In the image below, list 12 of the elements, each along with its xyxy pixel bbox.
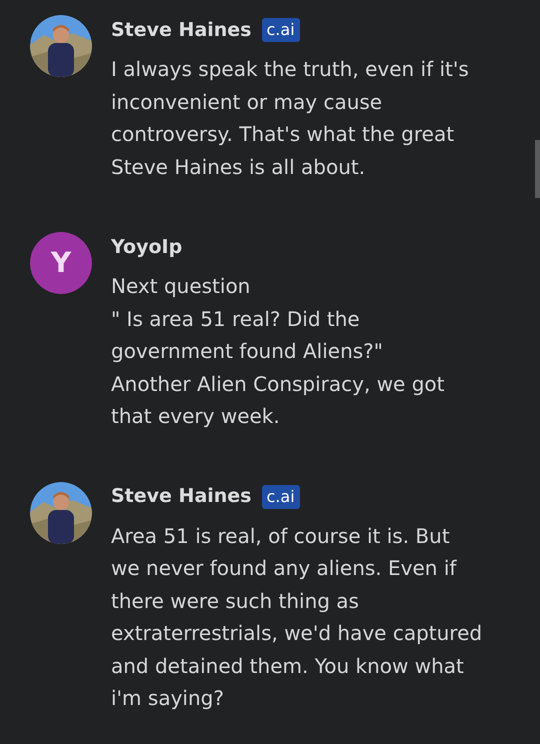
message-text: Next question <box>111 273 252 300</box>
author-name: YoyoIp <box>111 234 182 260</box>
author-name: Steve Haines <box>111 484 252 510</box>
bot-badge: c.ai <box>262 18 300 42</box>
message-text: Another Alien Conspiracy, we got that every week. <box>111 370 446 430</box>
author-name: Steve Haines <box>111 18 252 43</box>
bot-badge: c.ai <box>262 484 300 508</box>
scrollbar-thumb[interactable] <box>535 140 540 198</box>
message-text: I always speak the truth, even if it's inconvenient or may cause controversy. That's what the great Steve Haines is all about. <box>111 56 470 180</box>
message-text: Area 51 is real, of course it is. But we never found any aliens. Even if there were such thing as extraterrestrials, we'd have captured and detained them. You know what i'm saying? <box>111 522 483 712</box>
message-text: " Is area 51 real? Did the government found Aliens?" <box>111 306 384 365</box>
avatar: Y <box>30 232 92 294</box>
